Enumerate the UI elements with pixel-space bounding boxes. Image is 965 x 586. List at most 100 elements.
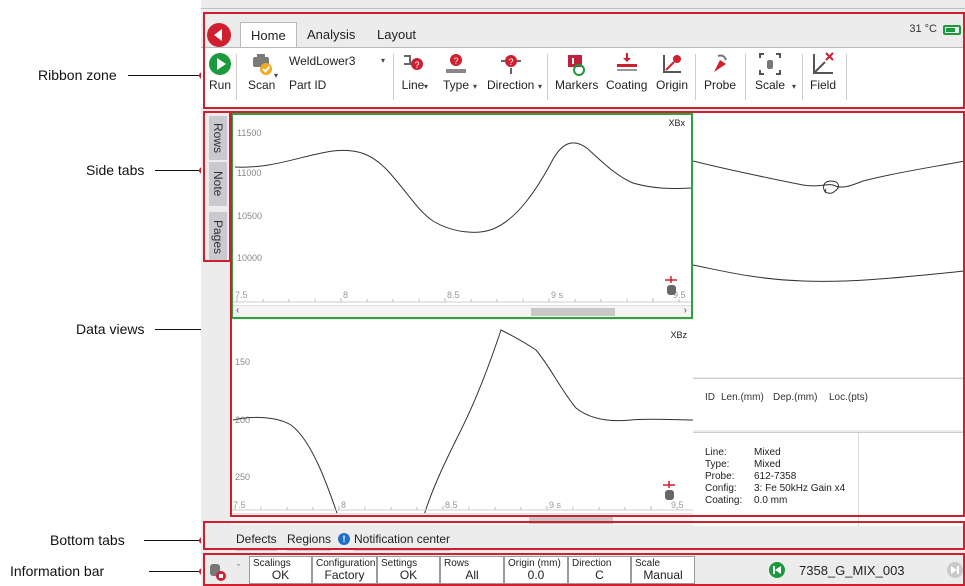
- chevron-down-icon[interactable]: ▾: [538, 82, 542, 91]
- chevron-down-icon[interactable]: ▾: [424, 82, 428, 91]
- chevron-right-icon[interactable]: ›: [684, 305, 687, 316]
- property-value: Mixed: [754, 447, 781, 458]
- line-label: Line: [401, 78, 425, 92]
- info-cell-value: Factory: [324, 568, 365, 582]
- svg-text:?: ?: [453, 56, 458, 66]
- tab-home[interactable]: Home: [240, 22, 297, 47]
- chevron-down-icon[interactable]: ▾: [473, 82, 477, 91]
- markers-label: Markers: [555, 78, 599, 92]
- pan-hand-icon[interactable]: [661, 275, 681, 297]
- back-button[interactable]: [207, 23, 231, 47]
- coating-icon: [615, 52, 639, 76]
- scale-hand-icon: [758, 52, 782, 76]
- type-button[interactable]: ? Type: [443, 52, 469, 92]
- info-cell-value: 0.0: [527, 568, 545, 582]
- horizontal-scrollbar[interactable]: ‹ ›: [233, 305, 691, 317]
- skip-forward-icon[interactable]: [947, 562, 963, 578]
- coating-button[interactable]: Coating: [606, 52, 647, 92]
- setup-name[interactable]: WeldLower3: [289, 54, 355, 68]
- probe-button[interactable]: Probe: [704, 52, 736, 92]
- leader-ribbon-zone: [128, 75, 203, 76]
- run-button[interactable]: Run: [208, 52, 232, 92]
- scrollbar-thumb[interactable]: [529, 516, 613, 524]
- info-cell-rows[interactable]: Rows All: [440, 556, 504, 584]
- info-cell-value: OK: [399, 568, 418, 582]
- scrollbar-thumb[interactable]: [531, 308, 615, 316]
- info-cell-value: Manual: [643, 568, 683, 582]
- x-tick-label: 9 s: [549, 500, 562, 510]
- property-key: Coating:: [705, 495, 743, 506]
- column-header-depth[interactable]: Dep.(mm): [773, 392, 817, 403]
- ribbon-separator: [547, 54, 548, 100]
- side-tab-note[interactable]: Note: [209, 162, 227, 206]
- property-value: 3: Fe 50kHz Gain x4: [754, 483, 846, 494]
- panel-divider: [858, 433, 859, 527]
- xbz-data-view[interactable]: XBz 150 200 250 7.5 8 8.5 9 s 9.5: [231, 320, 693, 525]
- scale-label: Scale: [755, 78, 786, 92]
- probe-label: Probe: [704, 78, 737, 92]
- horizontal-scrollbar[interactable]: [231, 513, 693, 525]
- bottom-tab-defects[interactable]: Defects: [236, 532, 277, 551]
- direction-button[interactable]: ? Direction: [487, 52, 534, 92]
- info-cell-origin[interactable]: Origin (mm) 0.0: [504, 556, 568, 584]
- info-cell-settings[interactable]: Settings OK: [377, 556, 440, 584]
- origin-button[interactable]: Origin: [656, 52, 688, 92]
- scan-icon: [250, 52, 274, 76]
- bottom-tab-regions[interactable]: Regions: [287, 532, 332, 551]
- temperature-readout: 31 °C: [909, 23, 937, 35]
- side-tab-rows[interactable]: Rows: [209, 116, 227, 160]
- property-key: Type:: [705, 459, 730, 470]
- scale-button[interactable]: Scale: [755, 52, 785, 92]
- chevron-left-icon[interactable]: ‹: [236, 305, 239, 316]
- hand-lock-icon[interactable]: [207, 560, 229, 582]
- info-cell-direction[interactable]: Direction C: [568, 556, 631, 584]
- info-cell-scale[interactable]: Scale Manual: [631, 556, 695, 584]
- line-question-icon: ?: [401, 52, 425, 76]
- back-arrow-icon: [214, 29, 222, 41]
- markers-icon: [565, 52, 589, 76]
- x-tick-label: 8.5: [447, 290, 460, 300]
- side-tab-pages[interactable]: Pages: [209, 212, 227, 262]
- scan-label: Scan: [248, 78, 276, 92]
- xbz-signal-trace: [231, 329, 693, 525]
- column-header-location[interactable]: Loc.(pts): [829, 392, 868, 403]
- tab-layout[interactable]: Layout: [367, 22, 426, 46]
- pan-hand-icon[interactable]: [659, 480, 679, 502]
- bottom-tab-notification-center[interactable]: Notification center: [354, 532, 451, 551]
- scan-button[interactable]: Scan: [248, 52, 275, 92]
- coating-label: Coating: [606, 78, 648, 92]
- ribbon-separator: [846, 54, 847, 100]
- markers-button[interactable]: Markers: [555, 52, 598, 92]
- callout-side-tabs: Side tabs: [86, 162, 145, 178]
- skip-back-icon[interactable]: [769, 562, 785, 578]
- property-key: Config:: [705, 483, 737, 494]
- chevron-down-icon[interactable]: ▾: [792, 82, 796, 91]
- impedance-plane-view[interactable]: [692, 113, 965, 377]
- info-cell-configuration[interactable]: Configuration Factory: [312, 556, 377, 584]
- line-button[interactable]: ? Line: [401, 52, 425, 92]
- part-id-field[interactable]: Part ID: [289, 78, 326, 92]
- type-question-icon: ?: [444, 52, 468, 76]
- info-cell-scalings[interactable]: Scalings OK: [249, 556, 312, 584]
- x-tick-label: 8: [341, 500, 347, 510]
- column-header-length[interactable]: Len.(mm): [721, 392, 764, 403]
- chevron-down-icon[interactable]: ▾: [381, 56, 385, 65]
- field-button[interactable]: Field: [810, 52, 836, 92]
- ribbon-separator: [236, 54, 237, 100]
- ribbon-separator: [745, 54, 746, 100]
- x-tick-label: 9 s: [551, 290, 564, 300]
- info-cell-value: OK: [271, 568, 290, 582]
- x-tick-label: 7.5: [235, 290, 248, 300]
- origin-label: Origin: [656, 78, 689, 92]
- property-key: Probe:: [705, 471, 735, 482]
- property-value: 612-7358: [754, 471, 797, 482]
- tab-analysis[interactable]: Analysis: [297, 22, 365, 46]
- ribbon-separator: [393, 54, 394, 100]
- chevron-down-icon[interactable]: ˇ: [237, 563, 240, 573]
- chevron-down-icon[interactable]: ▾: [274, 71, 278, 80]
- field-icon: [811, 52, 835, 76]
- impedance-trace: [692, 160, 965, 282]
- run-label: Run: [208, 78, 231, 92]
- xbx-data-view[interactable]: XBx 11500 11000 10500 10000 7.5 8 8.5 9 …: [231, 113, 693, 319]
- column-header-id[interactable]: ID: [705, 392, 715, 403]
